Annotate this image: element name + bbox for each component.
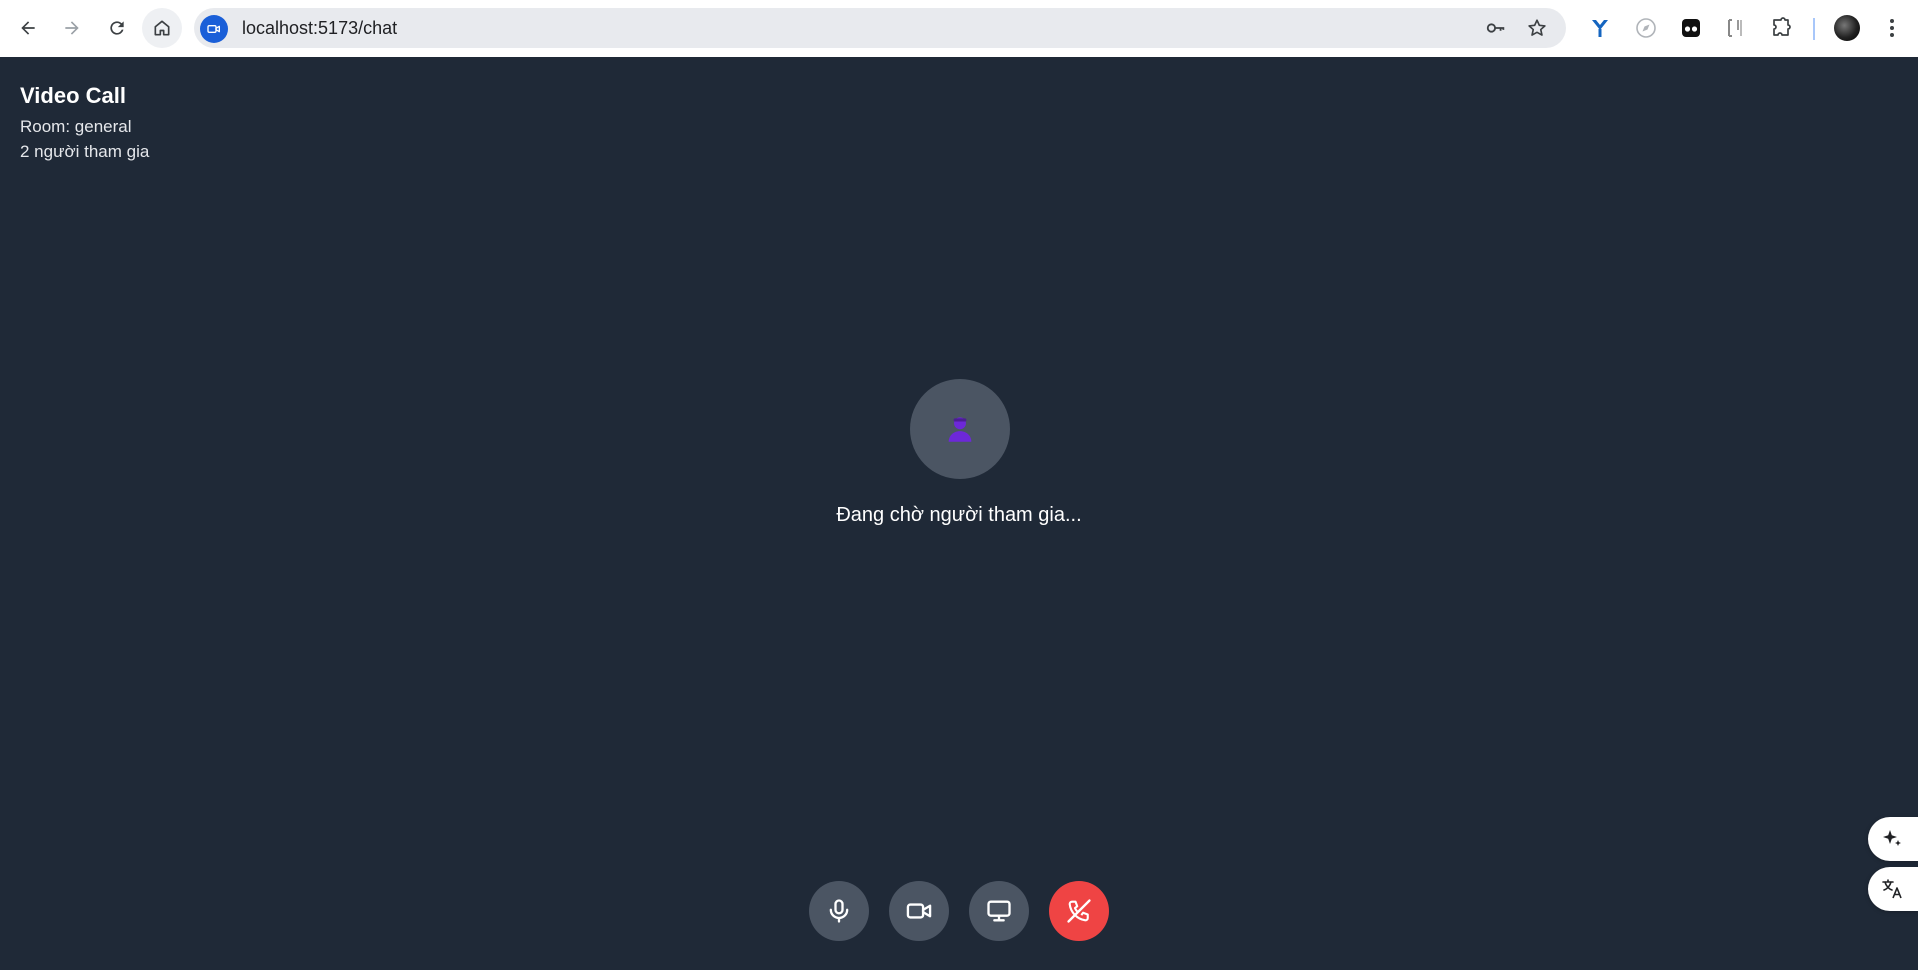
microphone-icon <box>829 899 849 923</box>
translate-icon <box>1882 879 1902 899</box>
kebab-menu-icon <box>1890 19 1894 37</box>
extensions-button[interactable] <box>1767 14 1795 42</box>
reload-icon <box>110 21 124 35</box>
screen-share-button[interactable] <box>969 881 1029 941</box>
waiting-message: Đang chờ người tham gia... <box>836 504 1082 526</box>
key-icon <box>1486 23 1505 33</box>
forward-button[interactable] <box>52 8 92 48</box>
glasses-extension-button[interactable] <box>1677 14 1705 42</box>
bracket-extension-icon <box>1728 19 1742 37</box>
video-call-page: Video Call Room: general 2 người tham gi… <box>0 57 1918 970</box>
bracket-extension-button[interactable] <box>1721 14 1749 42</box>
end-call-button[interactable] <box>1049 881 1109 941</box>
microphone-button[interactable] <box>809 881 869 941</box>
y-extension-button[interactable] <box>1586 14 1614 42</box>
home-button[interactable] <box>142 8 182 48</box>
compass-extension-icon <box>1636 18 1656 38</box>
phone-off-icon <box>1067 899 1091 923</box>
y-extension-icon <box>1592 20 1608 37</box>
bookmark-button[interactable] <box>1525 16 1549 40</box>
room-label: Room: general <box>20 117 132 136</box>
participant-count: 2 người tham gia <box>20 142 150 161</box>
address-bar[interactable]: localhost:5173/chat <box>194 8 1566 48</box>
reload-button[interactable] <box>97 8 137 48</box>
url-text[interactable]: localhost:5173/chat <box>242 8 397 48</box>
call-controls <box>809 881 1109 941</box>
page-title: Video Call <box>20 83 126 108</box>
arrow-right-icon <box>65 21 79 35</box>
home-icon <box>154 20 170 36</box>
browser-toolbar: localhost:5173/chat <box>0 0 1918 57</box>
site-info-button[interactable] <box>200 15 228 43</box>
sparkle-icon <box>1883 830 1901 846</box>
user-silhouette-icon <box>948 417 972 442</box>
star-icon <box>1528 19 1546 36</box>
camera-button[interactable] <box>889 881 949 941</box>
password-key-button[interactable] <box>1484 16 1508 40</box>
video-camera-icon <box>207 25 220 33</box>
arrow-left-icon <box>21 21 35 35</box>
browser-menu-button[interactable] <box>1882 14 1902 42</box>
profile-avatar[interactable] <box>1834 15 1860 41</box>
toolbar-divider <box>1813 18 1815 40</box>
ai-assist-button[interactable] <box>1868 817 1918 861</box>
back-button[interactable] <box>8 8 48 48</box>
monitor-icon <box>987 900 1011 922</box>
puzzle-icon <box>1773 17 1791 36</box>
remote-video-placeholder <box>910 379 1010 479</box>
glasses-extension-icon <box>1682 19 1700 37</box>
translate-button[interactable] <box>1868 867 1918 911</box>
compass-extension-button[interactable] <box>1632 14 1660 42</box>
video-camera-icon <box>906 903 932 919</box>
